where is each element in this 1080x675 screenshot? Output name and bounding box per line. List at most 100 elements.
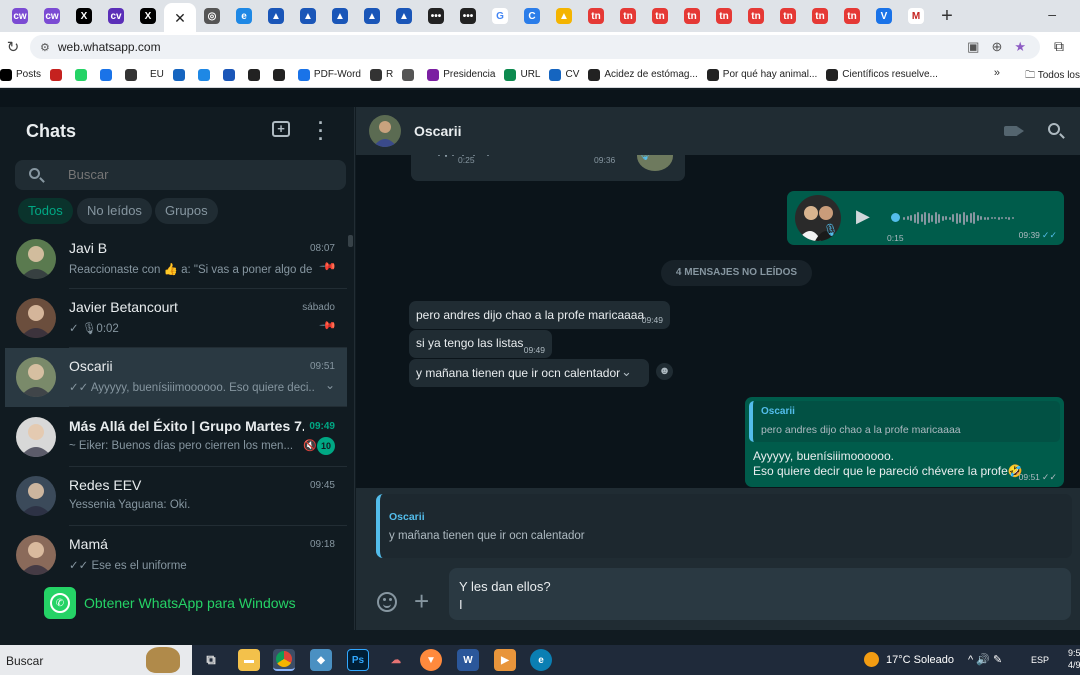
- photoshop-icon[interactable]: Ps: [347, 649, 369, 671]
- message-in-hovered[interactable]: y mañana tienen que ir ocn calentador ⌄: [409, 359, 649, 387]
- chat-list-item[interactable]: Javier Betancourt sábado ✓ 🎙0:02 📌: [5, 289, 347, 348]
- chat-list-item[interactable]: Redes EEV 09:45 Yessenia Yaguana: Oki.: [5, 467, 347, 526]
- tab-tn-3[interactable]: tn: [644, 3, 676, 29]
- bookmark-item[interactable]: Presidencia: [427, 68, 495, 81]
- search-icon[interactable]: [1048, 123, 1060, 135]
- bookmark-item[interactable]: CV: [549, 68, 579, 81]
- bookmark-item[interactable]: Acidez de estómag...: [588, 68, 698, 81]
- install-app-icon[interactable]: ▣: [967, 39, 979, 55]
- tab-google[interactable]: G: [484, 3, 516, 29]
- new-tab-button[interactable]: +: [932, 5, 962, 28]
- extensions-icon[interactable]: ⧉: [1054, 38, 1064, 55]
- all-bookmarks-button[interactable]: 🗀 Todos los: [1025, 68, 1080, 85]
- tab-tn-7[interactable]: tn: [772, 3, 804, 29]
- tab-lock-1[interactable]: ▲: [260, 3, 292, 29]
- tab-drive[interactable]: ▲: [548, 3, 580, 29]
- message-input[interactable]: Y les dan ellos? I: [449, 568, 1071, 620]
- message-input-line[interactable]: I: [459, 597, 463, 612]
- bookmark-item[interactable]: [100, 68, 116, 81]
- tab-tn-8[interactable]: tn: [804, 3, 836, 29]
- tab-v[interactable]: V: [868, 3, 900, 29]
- taskbar-search[interactable]: Buscar: [0, 645, 192, 675]
- close-tab-icon[interactable]: ✕: [174, 10, 186, 27]
- message-out-reply[interactable]: Oscarii pero andres dijo chao a la profe…: [745, 397, 1064, 487]
- tab-tn-1[interactable]: tn: [580, 3, 612, 29]
- bookmark-item[interactable]: [125, 68, 141, 81]
- tab-canva-2[interactable]: cw: [36, 3, 68, 29]
- emoji-icon[interactable]: [377, 592, 397, 612]
- tab-lock-4[interactable]: ▲: [356, 3, 388, 29]
- quoted-message[interactable]: Oscarii pero andres dijo chao a la profe…: [749, 401, 1060, 442]
- message-in[interactable]: si ya tengo las listas 09:49: [409, 330, 552, 358]
- bookmark-item[interactable]: Científicos resuelve...: [826, 68, 938, 81]
- tab-lock-2[interactable]: ▲: [292, 3, 324, 29]
- bookmark-item[interactable]: Por qué hay animal...: [706, 68, 817, 81]
- tab-lock-5[interactable]: ▲: [388, 3, 420, 29]
- bookmarks-more-button[interactable]: »: [994, 67, 1000, 79]
- new-chat-icon[interactable]: +: [272, 121, 290, 137]
- bookmark-item[interactable]: [75, 68, 91, 81]
- filter-all[interactable]: Todos: [18, 198, 73, 224]
- tab-chatgpt[interactable]: ◎: [196, 3, 228, 29]
- language-indicator[interactable]: ESP: [1031, 655, 1049, 665]
- contact-avatar[interactable]: [369, 115, 401, 147]
- bookmark-item[interactable]: [50, 68, 66, 81]
- chat-list-scrollbar[interactable]: [348, 235, 353, 247]
- bookmark-star-icon[interactable]: ★: [1014, 39, 1026, 55]
- minimize-button[interactable]: –: [1048, 6, 1056, 22]
- tab-tn-9[interactable]: tn: [836, 3, 868, 29]
- tab-dots-1[interactable]: •••: [420, 3, 452, 29]
- chat-list-item[interactable]: Más Allá del Éxito | Grupo Martes 7... 09…: [5, 408, 347, 467]
- bookmark-item[interactable]: URL: [504, 68, 540, 81]
- filter-unread[interactable]: No leídos: [77, 198, 152, 224]
- reload-icon[interactable]: ↻: [0, 38, 26, 56]
- get-app-banner[interactable]: ✆ Obtener WhatsApp para Windows: [0, 577, 354, 630]
- message-options-chevron-icon[interactable]: ⌄: [621, 364, 632, 380]
- message-in[interactable]: pero andres dijo chao a la profe maricaa…: [409, 301, 670, 329]
- tab-gmail[interactable]: M: [900, 3, 932, 29]
- tab-copilot[interactable]: C: [516, 3, 548, 29]
- message-input-line[interactable]: Y les dan ellos?: [459, 579, 551, 594]
- clock[interactable]: 9:5 4/9/2: [1068, 647, 1080, 671]
- bookmark-item[interactable]: Posts: [0, 68, 41, 81]
- bookmark-item[interactable]: R: [369, 68, 393, 81]
- tab-tn-2[interactable]: tn: [612, 3, 644, 29]
- weather-text[interactable]: 17°C Soleado: [886, 654, 954, 666]
- tab-whatsapp-active[interactable]: ✕: [164, 3, 196, 33]
- attach-plus-icon[interactable]: +: [414, 588, 429, 614]
- tab-tn-5[interactable]: tn: [708, 3, 740, 29]
- url-text[interactable]: web.whatsapp.com: [58, 40, 161, 54]
- vpn-icon[interactable]: ▼: [420, 649, 442, 671]
- tab-dots-2[interactable]: •••: [452, 3, 484, 29]
- file-explorer-icon[interactable]: ▬: [238, 649, 260, 671]
- menu-icon[interactable]: · · ·: [316, 114, 326, 148]
- task-view-icon[interactable]: ⧉: [200, 649, 222, 671]
- site-settings-icon[interactable]: ⚙: [40, 41, 50, 54]
- voice-message-in[interactable]: 0:25 09:36 🎙: [411, 155, 685, 181]
- chevron-down-icon[interactable]: ⌄: [325, 378, 335, 392]
- tab-canva-3[interactable]: cv: [100, 3, 132, 29]
- video-player-icon[interactable]: ▶: [494, 649, 516, 671]
- chrome-icon[interactable]: [273, 649, 295, 671]
- bookmark-item[interactable]: [247, 68, 264, 81]
- reply-preview[interactable]: Oscarii y mañana tienen que ir ocn calen…: [376, 494, 1072, 558]
- word-icon[interactable]: W: [457, 649, 479, 671]
- tab-e-1[interactable]: e: [228, 3, 260, 29]
- bookmark-item[interactable]: [222, 68, 239, 81]
- url-box[interactable]: ⚙ web.whatsapp.com ▣ ⊕ ★: [30, 35, 1040, 59]
- zoom-icon[interactable]: ⊕: [991, 39, 1002, 55]
- app-icon[interactable]: ◆: [310, 649, 332, 671]
- tab-lock-3[interactable]: ▲: [324, 3, 356, 29]
- chat-list-item[interactable]: Javi B 08:07 Reaccionaste con 👍 a: "Si vas…: [5, 230, 347, 289]
- bookmark-item[interactable]: PDF-Word: [297, 68, 361, 81]
- react-emoji-icon[interactable]: ☻: [656, 363, 673, 380]
- paint-icon[interactable]: ☁: [385, 649, 407, 671]
- bookmark-item[interactable]: EU: [150, 69, 164, 80]
- bookmark-item[interactable]: [197, 68, 214, 81]
- play-icon[interactable]: ▶: [856, 206, 870, 227]
- chat-list-item[interactable]: Oscarii 09:51 ✓✓ Ayyyyy, buenísiiimoooooo.…: [5, 348, 347, 407]
- tab-canva-1[interactable]: cw: [4, 3, 36, 29]
- system-tray[interactable]: ^ 🔊 ✎: [968, 653, 1002, 666]
- tab-x-1[interactable]: X: [68, 3, 100, 29]
- edge-icon[interactable]: e: [530, 649, 552, 671]
